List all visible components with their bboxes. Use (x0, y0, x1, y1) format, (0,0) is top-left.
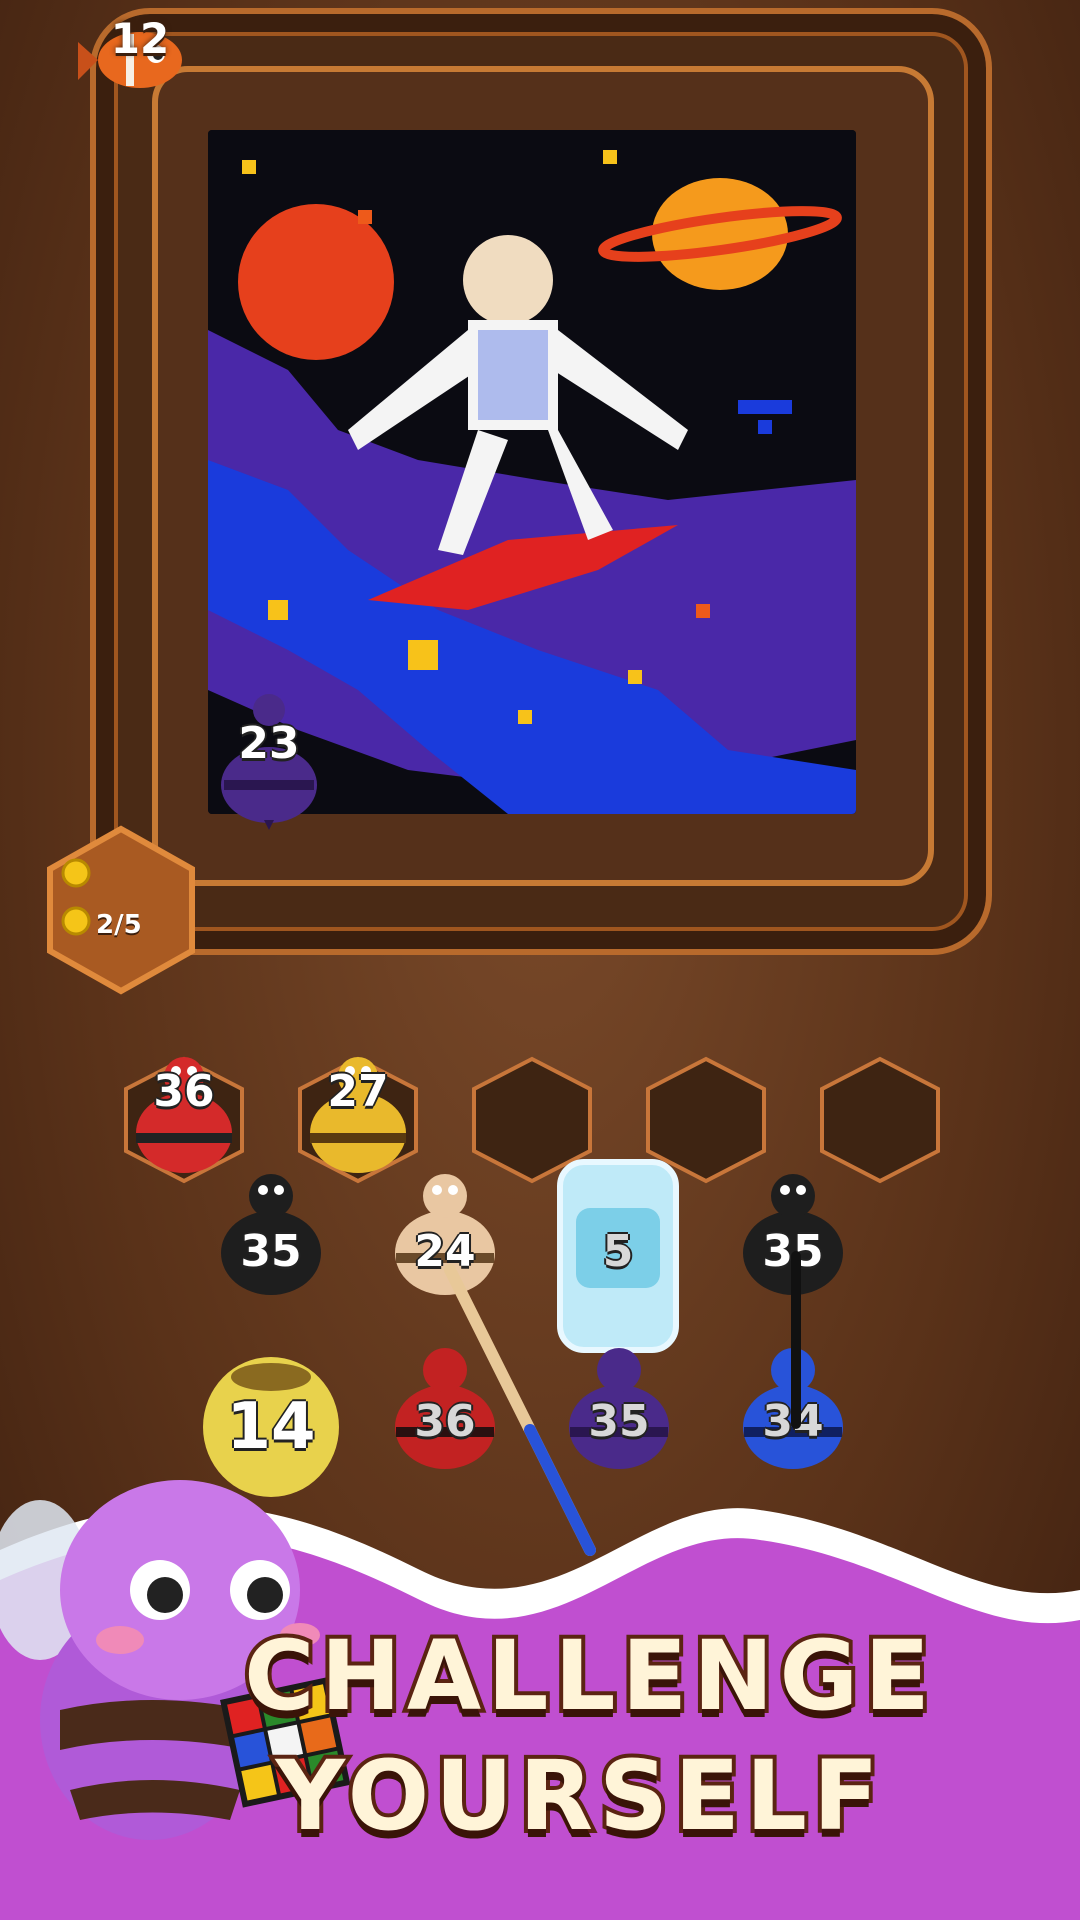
queue-cocoon-count: 14 (226, 1390, 316, 1464)
coin-progress-text: 2/5 (96, 910, 142, 940)
connector-stick (791, 1251, 801, 1429)
level-number: 12 (110, 14, 170, 63)
slot-1-count: 36 (153, 1066, 215, 1117)
slot-2-count: 27 (327, 1066, 389, 1117)
slot-5-empty[interactable] (818, 1055, 942, 1185)
board-bee-count: 23 (238, 718, 300, 769)
queue-bee-count: 35 (240, 1226, 302, 1277)
banner-title-line-1: CHALLENGE (240, 1616, 936, 1736)
banner-title-line-2: YOURSELF (271, 1736, 885, 1856)
